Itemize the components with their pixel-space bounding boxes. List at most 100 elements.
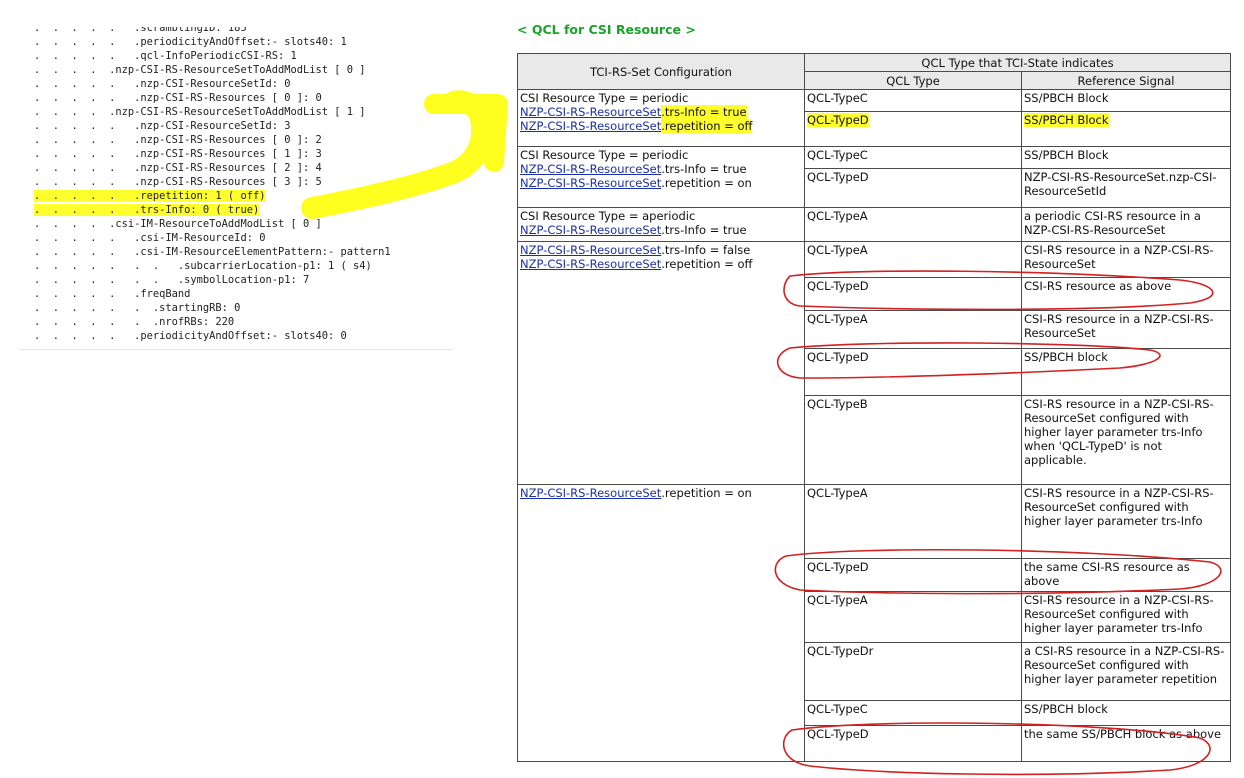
reference-signal-text: CSI-RS resource in a NZP-CSI-RS-Resource… <box>1024 243 1214 271</box>
reference-signal-cell: SS/PBCH Block <box>1020 111 1232 147</box>
config-text: .repetition = on <box>661 176 752 190</box>
reference-signal-text: CSI-RS resource in a NZP-CSI-RS-Resource… <box>1024 593 1214 635</box>
code-line: . . . . . .nzp-CSI-RS-Resources [ 0 ]: 2 <box>34 134 322 146</box>
reference-signal-text: CSI-RS resource in a NZP-CSI-RS-Resource… <box>1024 486 1214 528</box>
resource-set-link[interactable]: NZP-CSI-RS-ResourceSet <box>520 257 661 271</box>
table-row: NZP-CSI-RS-ResourceSet.trs-Info = false N… <box>517 241 1232 485</box>
reference-signal-cell: the same CSI-RS resource as above <box>1020 558 1232 592</box>
config-cell: NZP-CSI-RS-ResourceSet.trs-Info = false N… <box>517 241 805 485</box>
reference-signal-cell: SS/PBCH block <box>1020 700 1232 726</box>
qcl-type-text: QCL-TypeD <box>807 727 869 741</box>
code-line: . . . . . .periodicityAndOffset:- slots4… <box>34 36 347 48</box>
resource-set-link[interactable]: NZP-CSI-RS-ResourceSet <box>520 243 661 257</box>
reference-signal-cell: CSI-RS resource in a NZP-CSI-RS-Resource… <box>1020 591 1232 643</box>
code-line: . . . . . .freqBand <box>34 288 191 300</box>
resource-set-link[interactable]: NZP-CSI-RS-ResourceSet <box>520 119 661 133</box>
code-line: . . . . . .trs-Info: 0 ( true) <box>34 203 260 217</box>
table-row: CSI Resource Type = periodic NZP-CSI-RS-R… <box>517 89 1232 147</box>
qcl-type-cell: QCL-TypeC <box>804 700 1022 726</box>
resource-set-link[interactable]: NZP-CSI-RS-ResourceSet <box>520 223 661 237</box>
highlighted-code-text: . . . . . .repetition: 1 ( off) <box>34 190 266 202</box>
reference-signal-text: a CSI-RS resource in a NZP-CSI-RS-Resour… <box>1024 644 1225 686</box>
qcl-type-text: QCL-TypeC <box>807 91 868 105</box>
qcl-type-cell: QCL-TypeA <box>804 207 1022 242</box>
resource-set-link[interactable]: NZP-CSI-RS-ResourceSet <box>520 176 661 190</box>
config-line: NZP-CSI-RS-ResourceSet.repetition = off <box>520 119 802 133</box>
code-line: . . . . . .csi-IM-ResourceElementPattern… <box>34 246 391 258</box>
code-line: . . . . . .nzp-CSI-ResourceSetId: 0 <box>34 78 291 90</box>
header-tci-rs-set-configuration: TCI-RS-Set Configuration <box>517 53 805 90</box>
reference-signal-text: CSI-RS resource in a NZP-CSI-RS-Resource… <box>1024 312 1214 340</box>
config-line: CSI Resource Type = aperiodic <box>520 209 802 223</box>
reference-signal-cell: SS/PBCH Block <box>1020 89 1232 112</box>
code-line: . . . . . .periodicityAndOffset:- slots4… <box>34 330 347 342</box>
config-text: CSI Resource Type = periodic <box>520 91 689 105</box>
code-line: . . . . . .scramblingID: 185 <box>34 27 247 34</box>
qcl-type-text: QCL-TypeD <box>807 350 869 364</box>
highlighted-code-text: . . . . . .trs-Info: 0 ( true) <box>34 204 260 216</box>
qcl-type-cell: QCL-TypeA <box>804 591 1022 643</box>
reference-signal-cell: a periodic CSI-RS resource in a NZP-CSI-… <box>1020 207 1232 242</box>
asn1-message-dump: . . . . . .scramblingID: 185 . . . . . .p… <box>20 27 452 350</box>
config-cell: CSI Resource Type = aperiodic NZP-CSI-RS-… <box>517 207 805 242</box>
config-text: .trs-Info = true <box>661 223 747 237</box>
qcl-section-title: < QCL for CSI Resource > <box>517 22 696 37</box>
config-cell: NZP-CSI-RS-ResourceSet.repetition = on <box>517 484 805 762</box>
qcl-table: TCI-RS-Set Configuration QCL Type that T… <box>517 53 1232 762</box>
code-line: . . . . . .csi-IM-ResourceId: 0 <box>34 232 266 244</box>
config-text: .repetition = off <box>661 257 753 271</box>
resource-set-link[interactable]: NZP-CSI-RS-ResourceSet <box>520 486 661 500</box>
reference-signal-text: SS/PBCH Block <box>1024 148 1109 162</box>
reference-signal-text: NZP-CSI-RS-ResourceSet.nzp-CSI-ResourceS… <box>1024 170 1217 198</box>
qcl-type-text: QCL-TypeD <box>807 279 869 293</box>
config-text: CSI Resource Type = periodic <box>520 148 689 162</box>
reference-signal-cell: a CSI-RS resource in a NZP-CSI-RS-Resour… <box>1020 642 1232 701</box>
reference-signal-cell: the same SS/PBCH block as above <box>1020 725 1232 762</box>
table-row: NZP-CSI-RS-ResourceSet.repetition = on QC… <box>517 484 1232 762</box>
code-line: . . . . . . .nrofRBs: 220 <box>34 316 235 328</box>
qcl-table-header: TCI-RS-Set Configuration QCL Type that T… <box>517 53 1232 90</box>
qcl-table-body: CSI Resource Type = periodic NZP-CSI-RS-R… <box>517 89 1232 762</box>
reference-signal-text: SS/PBCH block <box>1024 350 1108 364</box>
qcl-type-text: QCL-TypeC <box>807 148 868 162</box>
reference-signal-cell: CSI-RS resource in a NZP-CSI-RS-Resource… <box>1020 484 1232 559</box>
code-line: . . . . . . .startingRB: 0 <box>34 302 241 314</box>
config-line: CSI Resource Type = periodic <box>520 148 802 162</box>
reference-signal-text: SS/PBCH Block <box>1024 91 1109 105</box>
qcl-type-cell: QCL-TypeA <box>804 310 1022 349</box>
code-line: . . . . . . . .subcarrierLocation-p1: 1 … <box>34 260 372 272</box>
qcl-type-cell: QCL-TypeC <box>804 89 1022 112</box>
reference-signal-cell: CSI-RS resource as above <box>1020 277 1232 311</box>
reference-signal-text: a periodic CSI-RS resource in a NZP-CSI-… <box>1024 209 1201 237</box>
reference-signal-text: CSI-RS resource in a NZP-CSI-RS-Resource… <box>1024 397 1214 467</box>
qcl-type-text: QCL-TypeA <box>807 209 868 223</box>
qcl-type-text: QCL-TypeDr <box>807 644 874 658</box>
config-line: NZP-CSI-RS-ResourceSet.trs-Info = true <box>520 162 802 176</box>
config-line: NZP-CSI-RS-ResourceSet.repetition = on <box>520 486 802 500</box>
qcl-type-cell: QCL-TypeD <box>804 277 1022 311</box>
table-row: CSI Resource Type = periodic NZP-CSI-RS-R… <box>517 146 1232 208</box>
qcl-type-text: QCL-TypeD <box>807 170 869 184</box>
qcl-type-cell: QCL-TypeDr <box>804 642 1022 701</box>
resource-set-link[interactable]: NZP-CSI-RS-ResourceSet <box>520 105 661 119</box>
resource-set-link[interactable]: NZP-CSI-RS-ResourceSet <box>520 162 661 176</box>
code-line: . . . . . .nzp-CSI-RS-Resources [ 1 ]: 3 <box>34 148 322 160</box>
config-line: CSI Resource Type = periodic <box>520 91 802 105</box>
qcl-type-text: QCL-TypeD <box>807 560 869 574</box>
code-line: . . . . . . . .symbolLocation-p1: 7 <box>34 274 310 286</box>
qcl-type-text: QCL-TypeB <box>807 397 868 411</box>
header-qcl-type-group: QCL Type that TCI-State indicates <box>803 53 1232 72</box>
qcl-type-text: QCL-TypeC <box>807 702 868 716</box>
qcl-type-cell: QCL-TypeD <box>804 558 1022 592</box>
code-line: . . . . . .qcl-InfoPeriodicCSI-RS: 1 <box>34 50 297 62</box>
config-line: NZP-CSI-RS-ResourceSet.trs-Info = false <box>520 243 802 257</box>
table-row: CSI Resource Type = aperiodic NZP-CSI-RS-… <box>517 207 1232 242</box>
reference-signal-text: the same CSI-RS resource as above <box>1024 560 1190 588</box>
reference-signal-cell: NZP-CSI-RS-ResourceSet.nzp-CSI-ResourceS… <box>1020 168 1232 208</box>
code-line: . . . . .nzp-CSI-RS-ResourceSetToAddModL… <box>34 106 366 118</box>
qcl-type-cell: QCL-TypeD <box>804 111 1022 147</box>
config-cell: CSI Resource Type = periodic NZP-CSI-RS-R… <box>517 146 805 208</box>
config-text: .repetition = off <box>661 119 753 133</box>
config-text: .trs-Info = false <box>661 243 751 257</box>
qcl-type-cell: QCL-TypeA <box>804 241 1022 278</box>
